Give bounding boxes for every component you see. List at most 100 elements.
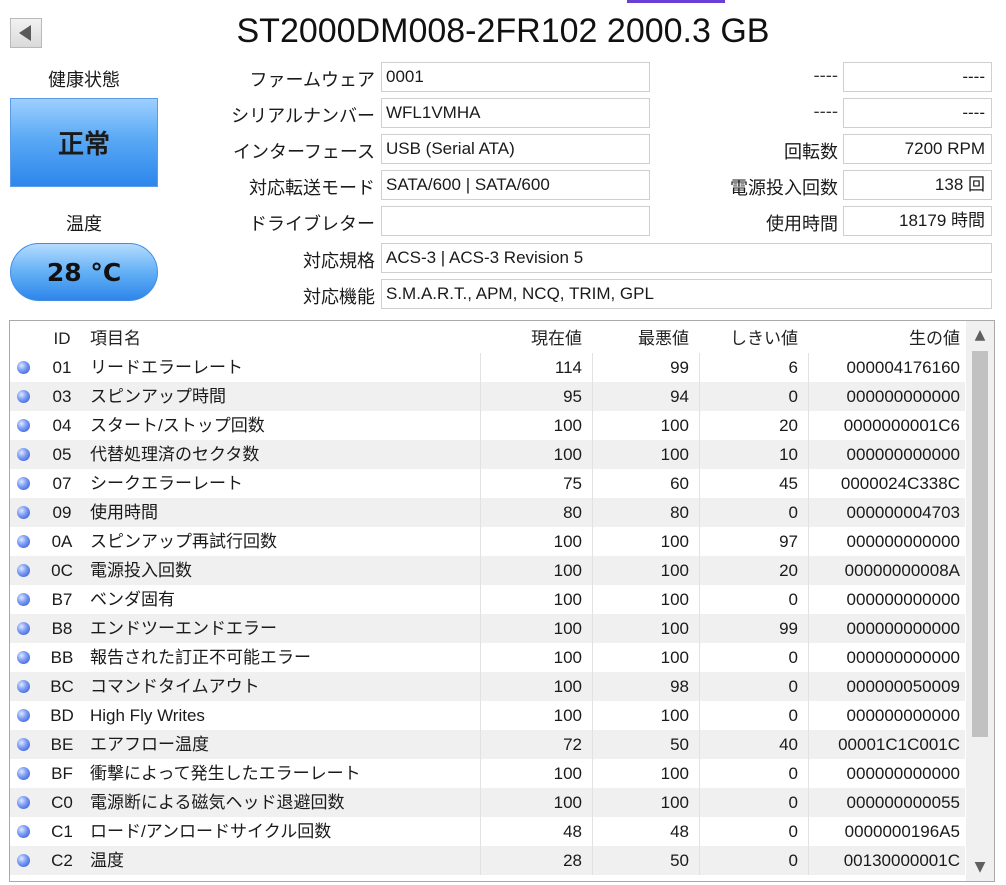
- status-dot-icon: [17, 709, 30, 722]
- table-row[interactable]: 04 スタート/ストップ回数 100 100 20 0000000001C6: [10, 411, 965, 440]
- column-separator: [592, 788, 593, 817]
- cell-raw: 000000000000: [846, 532, 960, 551]
- cell-raw: 000004176160: [846, 358, 960, 377]
- column-header-raw[interactable]: 生の値: [808, 324, 960, 353]
- status-dot-icon: [17, 825, 30, 838]
- column-separator: [592, 527, 593, 556]
- table-row[interactable]: BF 衝撃によって発生したエラーレート 100 100 0 000000000000: [10, 759, 965, 788]
- column-separator: [592, 353, 593, 382]
- cell-current: 100: [553, 764, 582, 783]
- cell-current: 100: [553, 648, 582, 667]
- status-dot-icon: [17, 477, 30, 490]
- cell-current: 100: [553, 561, 582, 580]
- cell-raw: 00001C1C001C: [838, 735, 960, 754]
- cell-current: 114: [554, 358, 582, 377]
- cell-name: スピンアップ再試行回数: [90, 532, 277, 551]
- cell-id: BD: [50, 706, 74, 725]
- cell-threshold: 6: [788, 358, 798, 377]
- table-row[interactable]: B7 ベンダ固有 100 100 0 000000000000: [10, 585, 965, 614]
- table-row[interactable]: BC コマンドタイムアウト 100 98 0 000000050009: [10, 672, 965, 701]
- cell-current: 100: [553, 445, 582, 464]
- column-separator: [699, 643, 700, 672]
- cell-worst: 100: [660, 619, 689, 638]
- cell-worst: 100: [660, 532, 689, 551]
- cell-id: 0C: [51, 561, 73, 580]
- table-row[interactable]: 09 使用時間 80 80 0 000000004703: [10, 498, 965, 527]
- temperature-status-button[interactable]: 28 °C: [10, 243, 158, 301]
- scroll-thumb[interactable]: [972, 351, 988, 737]
- column-separator: [480, 382, 481, 411]
- column-separator: [808, 353, 809, 382]
- column-header-worst[interactable]: 最悪値: [592, 324, 689, 353]
- table-row[interactable]: 05 代替処理済のセクタ数 100 100 10 000000000000: [10, 440, 965, 469]
- table-row[interactable]: BB 報告された訂正不可能エラー 100 100 0 000000000000: [10, 643, 965, 672]
- cell-name: 使用時間: [90, 503, 158, 522]
- transfer-mode-field: SATA/600 | SATA/600: [381, 170, 650, 200]
- cell-id: 05: [52, 445, 72, 464]
- column-separator: [699, 411, 700, 440]
- status-dot-icon: [17, 738, 30, 751]
- table-row[interactable]: B8 エンドツーエンドエラー 100 100 99 000000000000: [10, 614, 965, 643]
- cell-id: BC: [50, 677, 74, 696]
- column-header-id[interactable]: ID: [42, 324, 82, 353]
- cell-threshold: 0: [788, 851, 798, 870]
- cell-name: エアフロー温度: [90, 735, 209, 754]
- column-separator: [592, 498, 593, 527]
- scroll-down-button[interactable]: ▼: [966, 853, 994, 881]
- table-row[interactable]: BE エアフロー温度 72 50 40 00001C1C001C: [10, 730, 965, 759]
- table-row[interactable]: C1 ロード/アンロードサイクル回数 48 48 0 0000000196A5: [10, 817, 965, 846]
- cell-threshold: 40: [779, 735, 798, 754]
- column-header-threshold[interactable]: しきい値: [699, 324, 798, 353]
- cell-threshold: 0: [788, 503, 798, 522]
- rotation-field: 7200 RPM: [843, 134, 992, 164]
- cell-name: 報告された訂正不可能エラー: [90, 648, 311, 667]
- table-row[interactable]: 07 シークエラーレート 75 60 45 0000024C338C: [10, 469, 965, 498]
- cell-id: 09: [52, 503, 72, 522]
- column-separator: [808, 672, 809, 701]
- cell-name: ベンダ固有: [90, 590, 175, 609]
- cell-worst: 99: [670, 358, 689, 377]
- column-header-name[interactable]: 項目名: [90, 324, 480, 353]
- cell-worst: 100: [660, 590, 689, 609]
- column-separator: [699, 701, 700, 730]
- column-separator: [480, 527, 481, 556]
- table-row[interactable]: 0A スピンアップ再試行回数 100 100 97 000000000000: [10, 527, 965, 556]
- cell-raw: 000000004703: [846, 503, 960, 522]
- column-separator: [592, 469, 593, 498]
- column-separator: [699, 382, 700, 411]
- status-dot-icon: [17, 796, 30, 809]
- cell-id: 0A: [51, 532, 73, 551]
- cell-id: 04: [52, 416, 72, 435]
- table-row[interactable]: BD High Fly Writes 100 100 0 000000000000: [10, 701, 965, 730]
- cell-current: 100: [553, 590, 582, 609]
- column-separator: [808, 527, 809, 556]
- cell-threshold: 0: [788, 706, 798, 725]
- column-separator: [592, 846, 593, 875]
- cell-worst: 98: [670, 677, 689, 696]
- table-row[interactable]: 01 リードエラーレート 114 99 6 000004176160: [10, 353, 965, 382]
- table-row[interactable]: C2 温度 28 50 0 00130000001C: [10, 846, 965, 875]
- cell-id: C0: [51, 793, 73, 812]
- column-separator: [480, 614, 481, 643]
- vertical-scrollbar[interactable]: ▲ ▼: [966, 321, 994, 881]
- column-separator: [808, 469, 809, 498]
- health-status-button[interactable]: 正常: [10, 98, 158, 187]
- table-row[interactable]: 03 スピンアップ時間 95 94 0 000000000000: [10, 382, 965, 411]
- column-header-current[interactable]: 現在値: [480, 324, 582, 353]
- table-row[interactable]: 0C 電源投入回数 100 100 20 00000000008A: [10, 556, 965, 585]
- column-separator: [808, 788, 809, 817]
- table-row[interactable]: C0 電源断による磁気ヘッド退避回数 100 100 0 000000000055: [10, 788, 965, 817]
- cell-worst: 100: [660, 416, 689, 435]
- column-separator: [480, 585, 481, 614]
- cell-id: 01: [52, 358, 72, 377]
- cell-name: 代替処理済のセクタ数: [90, 445, 260, 464]
- cell-worst: 60: [670, 474, 689, 493]
- column-separator: [699, 614, 700, 643]
- cell-name: コマンドタイムアウト: [90, 677, 260, 696]
- scroll-up-button[interactable]: ▲: [966, 321, 994, 349]
- cell-raw: 000000000055: [846, 793, 960, 812]
- transfer-mode-label: 対応転送モード: [249, 178, 375, 199]
- column-separator: [699, 469, 700, 498]
- column-separator: [480, 643, 481, 672]
- cell-id: B7: [51, 590, 73, 609]
